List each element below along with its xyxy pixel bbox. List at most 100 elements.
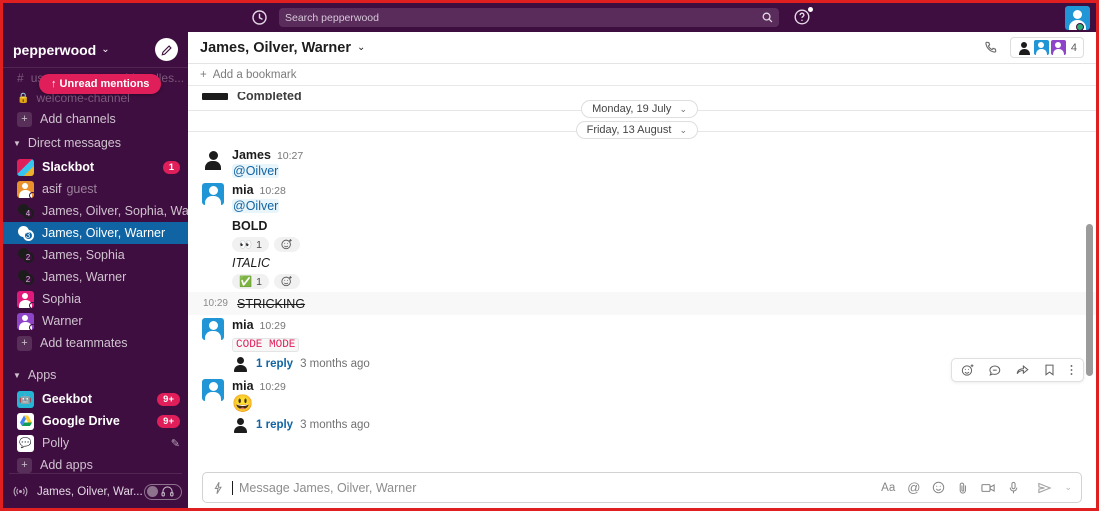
avatar-head — [22, 314, 28, 321]
message-mia-formatting: mia 10:28 @Oilver BOLD 👀 1 ITALIC ✅ 1 — [188, 180, 1096, 292]
message-timestamp[interactable]: 10:28 — [260, 185, 286, 197]
reaction-bar: ✅ 1 — [232, 271, 1082, 291]
sidebar-item-label: Add channels — [40, 112, 116, 126]
unread-mentions-pill[interactable]: ↑ Unread mentions — [39, 74, 162, 94]
message-list-scrollbar[interactable] — [1086, 224, 1093, 376]
video-icon[interactable] — [981, 482, 996, 494]
sidebar-item-geekbot[interactable]: 🤖 Geekbot 9+ — [3, 388, 188, 410]
slackbot-avatar — [17, 158, 34, 176]
add-channels-button[interactable]: + Add channels — [3, 108, 188, 130]
date-pill-button[interactable]: Friday, 13 August ⌄ — [575, 121, 698, 139]
phone-icon[interactable] — [983, 40, 998, 55]
pencil-icon[interactable]: ✎ — [171, 437, 180, 450]
message-author[interactable]: mia — [232, 183, 254, 197]
sidebar-item-warner[interactable]: Warner — [3, 310, 188, 332]
group-count: 2 — [25, 275, 31, 284]
send-icon[interactable] — [1037, 481, 1053, 495]
member-avatar-1 — [1016, 40, 1032, 55]
attach-icon[interactable] — [957, 481, 969, 495]
members-button[interactable]: 4 — [1009, 37, 1084, 58]
message-author[interactable]: mia — [232, 379, 254, 393]
date-divider-2: Friday, 13 August ⌄ — [188, 121, 1096, 145]
emoji-react-icon[interactable] — [961, 363, 975, 377]
message-timestamp[interactable]: 10:29 — [202, 298, 228, 309]
chevron-down-icon[interactable]: ⌄ — [357, 42, 365, 53]
sidebar-item-asif[interactable]: asif guest — [3, 178, 188, 200]
message-composer[interactable]: Message James, Oilver, Warner Aa @ ⌄ — [202, 472, 1082, 503]
text-cursor — [232, 480, 233, 495]
sidebar-item-james-oilver-sophia-warner[interactable]: 4 James, Oilver, Sophia, War... — [3, 200, 203, 222]
polly-icon: 💬 — [17, 434, 34, 452]
bookmark-bar[interactable]: + Add a bookmark — [188, 64, 1096, 86]
bookmark-icon[interactable] — [1043, 363, 1056, 377]
mention-icon[interactable]: @ — [907, 480, 920, 495]
thread-last-reply-time: 3 months ago — [300, 418, 370, 431]
sidebar-item-james-warner[interactable]: 2 James, Warner — [3, 266, 188, 288]
page-title[interactable]: James, Oilver, Warner — [200, 40, 351, 56]
huddle-toggle[interactable] — [144, 483, 182, 500]
sidebar-item-polly[interactable]: 💬 Polly ✎ — [3, 432, 188, 454]
chevron-down-icon: ⌄ — [101, 44, 110, 55]
message-timestamp[interactable]: 10:27 — [277, 150, 303, 162]
add-teammates-button[interactable]: + Add teammates — [3, 332, 188, 354]
message-text-bold: BOLD — [232, 219, 268, 233]
message-meta: mia 10:28 — [232, 183, 1082, 197]
message-author[interactable]: James — [232, 148, 271, 162]
inline-code: CODE MODE — [232, 338, 300, 352]
message-timestamp[interactable]: 10:29 — [260, 381, 286, 393]
compose-button[interactable] — [155, 38, 178, 61]
reaction-bar: 👀 1 — [232, 234, 1082, 254]
add-reaction-button[interactable] — [273, 274, 300, 289]
section-direct-messages[interactable]: ▼ Direct messages — [3, 130, 188, 156]
thread-reply-count[interactable]: 1 reply — [256, 358, 293, 370]
help-notification-dot — [808, 7, 813, 12]
clock-icon[interactable] — [251, 9, 268, 26]
add-reaction-button[interactable] — [273, 237, 300, 252]
workspace-header[interactable]: pepperwood ⌄ — [3, 32, 188, 68]
sidebar-item-google-drive[interactable]: Google Drive 9+ — [3, 410, 188, 432]
headphones-icon — [161, 486, 174, 497]
message-avatar[interactable] — [202, 379, 224, 401]
emoji-icon[interactable] — [932, 481, 945, 494]
unread-badge: 9+ — [157, 414, 180, 428]
search-input[interactable]: Search pepperwood — [279, 8, 779, 27]
message-meta: James 10:27 — [232, 148, 1082, 162]
section-label: Apps — [27, 368, 57, 382]
mention-link[interactable]: @Oilver — [232, 199, 280, 213]
avatar[interactable] — [1065, 6, 1090, 30]
send-options-caret[interactable]: ⌄ — [1064, 482, 1072, 493]
lightning-icon[interactable] — [212, 481, 224, 495]
message-avatar[interactable] — [202, 318, 224, 340]
date-pill-button[interactable]: Monday, 19 July ⌄ — [581, 100, 698, 118]
thread-summary[interactable]: 1 reply 3 months ago — [232, 414, 1082, 436]
channel-header-actions: 4 — [983, 37, 1084, 58]
reaction-chip[interactable]: 👀 1 — [232, 237, 269, 252]
forward-icon[interactable] — [1015, 363, 1030, 377]
magnifier-icon — [762, 12, 773, 23]
message-list: Completed Monday, 19 July ⌄ Friday, 13 A… — [188, 86, 1096, 467]
message-avatar[interactable] — [202, 183, 224, 205]
thread-participant-avatar — [232, 355, 249, 372]
message-body: mia 10:29 😃 1 reply 3 months ago — [232, 379, 1082, 436]
message-author[interactable]: mia — [232, 318, 254, 332]
message-avatar[interactable] — [202, 148, 224, 170]
mention-link[interactable]: @Oilver — [232, 164, 280, 178]
mic-icon[interactable] — [1008, 481, 1019, 495]
more-options-icon[interactable] — [1069, 363, 1074, 377]
reaction-chip[interactable]: ✅ 1 — [232, 274, 269, 289]
top-bar: Search pepperwood — [3, 3, 1096, 32]
avatar-body — [205, 331, 221, 340]
thread-participant-avatar — [232, 416, 249, 433]
partial-message-text: Completed — [237, 92, 302, 100]
format-icon[interactable]: Aa — [881, 482, 895, 494]
message-timestamp[interactable]: 10:29 — [260, 320, 286, 332]
sidebar-item-james-sophia[interactable]: 2 James, Sophia — [3, 244, 188, 266]
huddle-bar[interactable]: James, Oilver, War... — [9, 473, 182, 503]
thread-reply-icon[interactable] — [988, 363, 1002, 377]
thread-reply-count[interactable]: 1 reply — [256, 419, 293, 431]
sidebar-item-james-oilver-warner[interactable]: 3 James, Oilver, Warner — [3, 222, 188, 244]
lock-icon: 🔒 — [17, 92, 30, 104]
sidebar-item-slackbot[interactable]: Slackbot 1 — [3, 156, 188, 178]
sidebar-item-sophia[interactable]: Sophia — [3, 288, 188, 310]
section-apps[interactable]: ▼ Apps — [3, 362, 188, 388]
